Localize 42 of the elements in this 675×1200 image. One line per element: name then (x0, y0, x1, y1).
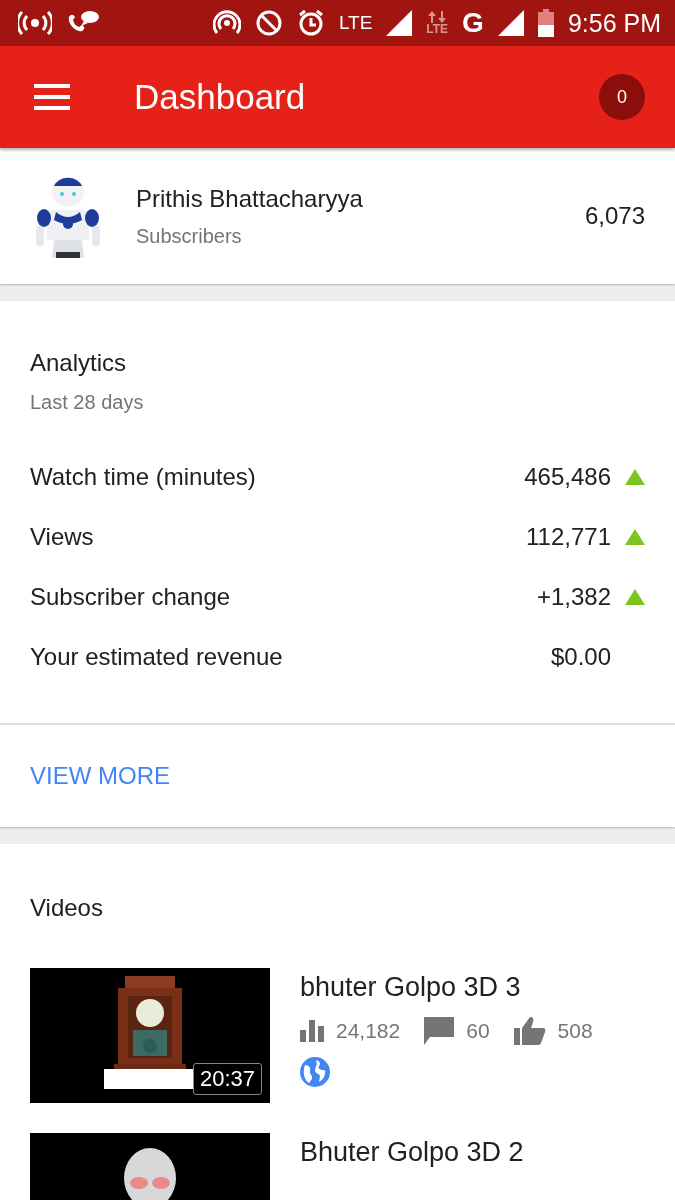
video-title[interactable]: Bhuter Golpo 3D 2 (300, 1137, 524, 1168)
video-title[interactable]: bhuter Golpo 3D 3 (300, 972, 605, 1003)
notification-badge[interactable]: 0 (599, 74, 645, 120)
signal-icon (497, 10, 524, 36)
page-title: Dashboard (134, 77, 307, 117)
menu-icon (34, 84, 70, 110)
video-duration: 20:37 (192, 1063, 262, 1095)
data-arrows-icon (427, 11, 448, 23)
trend-up-icon (625, 529, 645, 545)
metric-value: 112,771 (526, 523, 611, 551)
alarm-icon (296, 9, 325, 37)
subscriber-count: 6,073 (584, 202, 645, 230)
clock-time: 9:56 PM (567, 8, 661, 38)
do-not-disturb-icon (254, 9, 283, 37)
metric-label: Watch time (minutes) (30, 463, 257, 491)
comment-count: 60 (466, 1019, 490, 1043)
metric-label: Your estimated revenue (30, 643, 284, 671)
metric-value: +1,382 (536, 583, 611, 611)
comment-icon (424, 1017, 455, 1045)
subscribers-label: Subscribers (136, 224, 243, 248)
metric-label: Subscriber change (30, 583, 232, 611)
menu-button[interactable] (34, 84, 70, 110)
trend-up-icon (625, 589, 645, 605)
metric-value: $0.00 (550, 643, 611, 671)
signal-icon (386, 10, 413, 36)
view-count: 24,182 (336, 1019, 401, 1043)
period-label: Last 28 days (30, 391, 145, 414)
data-network-type: LTE (426, 23, 449, 35)
trend-up-icon (625, 469, 645, 485)
thumbs-up-icon (513, 1017, 546, 1045)
hotspot-icon (18, 11, 52, 35)
metric-label: Views (30, 523, 95, 551)
network-type: LTE (338, 12, 373, 34)
section-title: Videos (30, 894, 104, 922)
view-more-link[interactable]: VIEW MORE (30, 762, 170, 790)
bar-chart-icon (300, 1020, 324, 1042)
data-type: G (462, 7, 484, 39)
metric-value: 465,486 (524, 463, 611, 491)
channel-name: Prithis Bhattacharyya (136, 184, 364, 213)
like-count: 508 (557, 1019, 593, 1043)
battery-icon (537, 9, 554, 37)
section-title: Analytics (30, 349, 128, 377)
